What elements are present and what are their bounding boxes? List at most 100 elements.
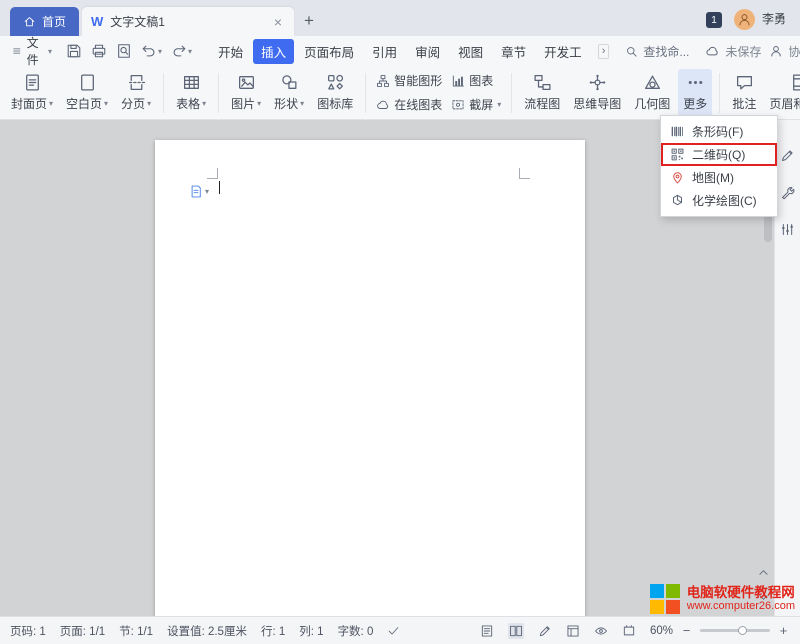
smart-graphics-icon — [376, 74, 390, 88]
statusbar: 页码: 1 页面: 1/1 节: 1/1 设置值: 2.5厘米 行: 1 列: … — [0, 616, 800, 644]
collaborate-button[interactable]: 协作 — [769, 43, 800, 60]
online-chart-button[interactable]: 在线图表 — [373, 94, 445, 115]
table-icon — [182, 73, 201, 92]
eye-protect-button[interactable] — [594, 624, 608, 638]
screenshot-button[interactable]: 截屏 ▾ — [448, 94, 504, 115]
divider — [163, 73, 164, 113]
tab-references[interactable]: 引用 — [364, 39, 405, 64]
more-dropdown-menu: 条形码(F) 二维码(Q) 地图(M) 化学绘图(C) — [660, 115, 778, 217]
more-button[interactable]: 更多 — [678, 69, 712, 116]
flowchart-icon — [533, 73, 552, 92]
status-page-number: 页码: 1 — [10, 623, 46, 639]
barcode-label: 条形码(F) — [692, 123, 743, 140]
redo-button[interactable]: ▾ — [171, 43, 192, 59]
tools-button[interactable] — [780, 185, 795, 200]
zoom-level[interactable]: 60% — [650, 625, 673, 637]
qrcode-icon — [670, 147, 685, 162]
mind-map-button[interactable]: 思维导图 — [568, 69, 626, 116]
tab-review[interactable]: 审阅 — [407, 39, 448, 64]
site-logo — [650, 584, 680, 614]
home-tab-label: 首页 — [42, 13, 66, 30]
zoom-slider[interactable] — [700, 629, 770, 632]
document-page[interactable]: ▾ — [155, 140, 585, 616]
picture-button[interactable]: 图片▾ — [226, 69, 266, 116]
geometry-label: 几何图 — [634, 95, 670, 112]
print-button[interactable] — [91, 43, 107, 59]
view-outline-icon — [480, 624, 494, 638]
picture-label: 图片 — [231, 95, 255, 112]
undo-icon — [141, 43, 157, 59]
blank-page-button[interactable]: 空白页▾ — [61, 69, 113, 116]
ribbon-small-column-1: 智能图形 在线图表 — [373, 70, 445, 115]
ink-pen-button[interactable] — [538, 624, 552, 638]
view-outline-button[interactable] — [480, 624, 494, 638]
previous-page-button[interactable] — [757, 566, 770, 579]
tab-insert[interactable]: 插入 — [253, 39, 294, 64]
document-tab[interactable]: W 文字文稿1 × — [82, 7, 294, 36]
print-preview-button[interactable] — [116, 43, 132, 59]
notification-badge[interactable]: 1 — [706, 12, 722, 28]
geometry-icon — [643, 73, 662, 92]
settings-sliders-button[interactable] — [780, 222, 795, 237]
cover-page-icon — [23, 73, 42, 92]
new-tab-button[interactable]: + — [304, 11, 314, 31]
page-break-button[interactable]: 分页▾ — [116, 69, 156, 116]
chart-button[interactable]: 图表 — [448, 70, 504, 91]
chart-label: 图表 — [469, 72, 493, 89]
menu-item-chemistry[interactable]: 化学绘图(C) — [661, 189, 777, 212]
save-button[interactable] — [66, 43, 82, 59]
undo-button[interactable]: ▾ — [141, 43, 162, 59]
online-chart-icon — [376, 98, 390, 112]
qrcode-label: 二维码(Q) — [692, 146, 745, 163]
mind-map-icon — [588, 73, 607, 92]
tab-start[interactable]: 开始 — [210, 39, 251, 64]
home-tab[interactable]: 首页 — [10, 7, 79, 36]
doc-assistant-button[interactable]: ▾ — [189, 184, 209, 199]
zoom-slider-thumb[interactable] — [738, 626, 747, 635]
spellcheck-button[interactable] — [387, 624, 400, 637]
smart-graphics-button[interactable]: 智能图形 — [373, 70, 445, 91]
chart-icon — [451, 74, 465, 88]
status-word-count: 字数: 0 — [338, 623, 374, 639]
search-icon — [625, 45, 638, 58]
tab-section[interactable]: 章节 — [493, 39, 534, 64]
geometry-button[interactable]: 几何图 — [629, 69, 675, 116]
flowchart-button[interactable]: 流程图 — [519, 69, 565, 116]
command-search[interactable]: 查找命... — [625, 43, 689, 60]
chevron-down-icon: ▾ — [205, 187, 209, 196]
view-page-button[interactable] — [508, 623, 524, 639]
username[interactable]: 李勇 — [762, 10, 786, 27]
zoom-in-button[interactable]: + — [777, 624, 790, 637]
map-pin-icon — [670, 170, 685, 185]
tab-view[interactable]: 视图 — [450, 39, 491, 64]
cover-page-button[interactable]: 封面页▾ — [6, 69, 58, 116]
comment-button[interactable]: 批注 — [727, 69, 761, 116]
comment-label: 批注 — [732, 95, 756, 112]
chevron-down-icon: ▾ — [188, 47, 192, 56]
header-footer-button[interactable]: 页眉和页脚 — [764, 69, 800, 116]
ribbon-tabs: 开始 插入 页面布局 引用 审阅 视图 章节 开发工 — [210, 39, 590, 64]
menu-item-map[interactable]: 地图(M) — [661, 166, 777, 189]
edit-pen-button[interactable] — [780, 148, 795, 163]
close-tab-icon[interactable]: × — [271, 13, 285, 31]
document-workspace[interactable]: ▾ — [0, 120, 774, 616]
tab-overflow-chevron-icon[interactable]: › — [598, 44, 610, 59]
menu-item-qrcode[interactable]: 二维码(Q) — [661, 143, 777, 166]
view-web-button[interactable] — [566, 624, 580, 638]
tab-developer[interactable]: 开发工 — [536, 39, 590, 64]
watermark-title: 电脑软硬件教程网 — [687, 585, 795, 601]
table-button[interactable]: 表格▾ — [171, 69, 211, 116]
writer-doc-icon: W — [91, 14, 103, 29]
table-label: 表格 — [176, 95, 200, 112]
avatar[interactable] — [734, 9, 755, 30]
file-menu[interactable]: 文件 ▾ — [8, 34, 56, 68]
print-preview-icon — [116, 43, 132, 59]
shapes-button[interactable]: 形状▾ — [269, 69, 309, 116]
tab-page-layout[interactable]: 页面布局 — [296, 39, 362, 64]
fullscreen-button[interactable] — [622, 624, 636, 638]
menu-item-barcode[interactable]: 条形码(F) — [661, 120, 777, 143]
save-status-label: 未保存 — [725, 43, 761, 60]
save-status[interactable]: 未保存 — [705, 43, 761, 60]
zoom-out-button[interactable]: − — [680, 624, 693, 637]
icon-library-button[interactable]: 图标库 — [312, 69, 358, 116]
